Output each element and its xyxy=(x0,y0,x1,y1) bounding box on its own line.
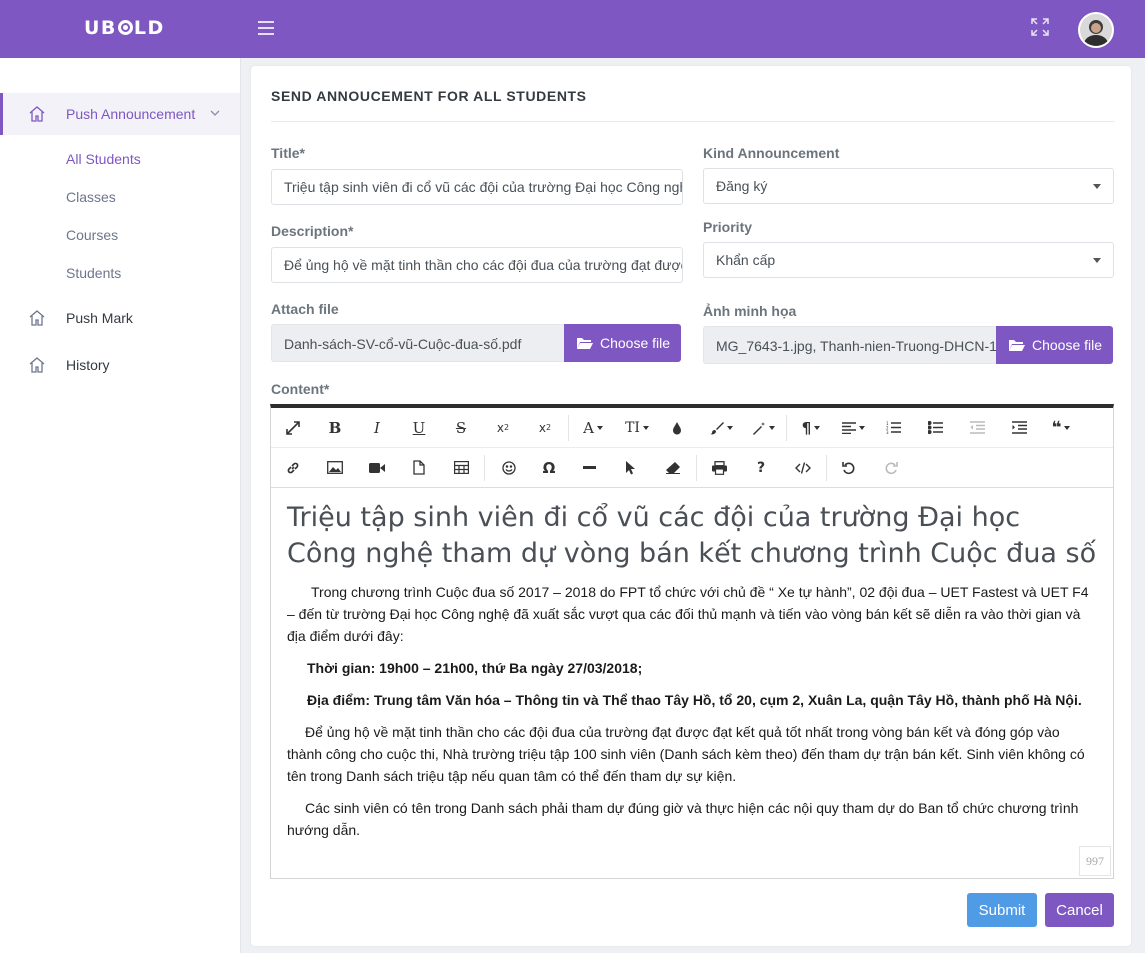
fullscreen-icon[interactable] xyxy=(1031,18,1049,36)
content-paragraph: Các sinh viên có tên trong Danh sách phả… xyxy=(287,800,1079,838)
topbar: UB LD xyxy=(0,0,1145,58)
priority-selected-value: Khẩn cấp xyxy=(716,252,776,268)
title-label: Title* xyxy=(271,145,305,161)
image-icon[interactable] xyxy=(315,448,355,487)
help-icon[interactable]: ? xyxy=(741,448,781,487)
italic-icon[interactable]: I xyxy=(357,408,397,447)
choose-file-label: Choose file xyxy=(1032,337,1103,353)
table-icon[interactable] xyxy=(441,448,481,487)
unordered-list-icon[interactable] xyxy=(915,408,955,447)
avatar[interactable] xyxy=(1078,12,1114,48)
sidebar-subitem-courses[interactable]: Courses xyxy=(66,227,118,243)
content-paragraph: Thời gian: 19h00 – 21h00, thứ Ba ngày 27… xyxy=(307,660,643,676)
cursor-icon[interactable] xyxy=(610,448,650,487)
editor-content[interactable]: Triệu tập sinh viên đi cổ vũ các đội của… xyxy=(287,500,1097,851)
home-icon xyxy=(29,106,45,122)
editor-toolbar: B I U S x2 x2 A TI ¶ 123 ❝ Ω ? xyxy=(271,408,1113,488)
content-label: Content* xyxy=(271,381,330,397)
sidebar-item-push-mark[interactable]: Push Mark xyxy=(0,297,240,339)
svg-text:3: 3 xyxy=(886,430,889,434)
bold-icon[interactable]: B xyxy=(315,408,355,447)
file-icon[interactable] xyxy=(399,448,439,487)
character-counter: 997 xyxy=(1079,846,1111,876)
sidebar-subitem-students[interactable]: Students xyxy=(66,265,121,281)
content-paragraph: Địa điểm: Trung tâm Văn hóa – Thông tin … xyxy=(307,692,1082,708)
strikethrough-icon[interactable]: S xyxy=(441,408,481,447)
paragraph-icon[interactable]: ¶ xyxy=(791,408,831,447)
brush-icon[interactable] xyxy=(701,408,741,447)
ordered-list-icon[interactable]: 123 xyxy=(873,408,913,447)
announcement-card: SEND ANNOUCEMENT FOR ALL STUDENTS Title*… xyxy=(251,66,1131,946)
print-icon[interactable] xyxy=(699,448,739,487)
logo[interactable]: UB LD xyxy=(84,17,165,39)
expand-icon[interactable] xyxy=(273,408,313,447)
menu-toggle-icon[interactable] xyxy=(258,21,274,35)
content-heading: Triệu tập sinh viên đi cổ vũ các đội của… xyxy=(287,502,1097,569)
quote-icon[interactable]: ❝ xyxy=(1041,408,1081,447)
priority-select[interactable]: Khẩn cấp xyxy=(703,242,1114,278)
image-choose-file-button[interactable]: Choose file xyxy=(996,326,1113,364)
magic-icon[interactable] xyxy=(743,408,783,447)
sidebar-item-label: Push Mark xyxy=(66,310,133,326)
chevron-down-icon xyxy=(210,110,220,116)
horizontal-line-icon[interactable] xyxy=(569,448,609,487)
indent-icon[interactable] xyxy=(999,408,1039,447)
sidebar-item-history[interactable]: History xyxy=(0,344,240,386)
outdent-icon[interactable] xyxy=(957,408,997,447)
sidebar-item-label: Push Announcement xyxy=(66,106,196,122)
link-icon[interactable] xyxy=(273,448,313,487)
title-input[interactable]: Triệu tập sinh viên đi cổ vũ các đội của… xyxy=(271,169,683,205)
sidebar: Push Announcement All Students Classes C… xyxy=(0,58,241,953)
sidebar-item-label: History xyxy=(66,357,110,373)
page-title: SEND ANNOUCEMENT FOR ALL STUDENTS xyxy=(271,88,587,104)
attach-file-input[interactable]: Danh-sách-SV-cổ-vũ-Cuộc-đua-số.pdf xyxy=(271,324,565,362)
content-paragraph: Để ủng hộ về mặt tinh thần cho các đội đ… xyxy=(287,724,1085,784)
description-input[interactable]: Để ủng hộ về mặt tinh thần cho các đội đ… xyxy=(271,247,683,283)
choose-file-label: Choose file xyxy=(600,335,671,351)
undo-icon[interactable] xyxy=(829,448,869,487)
omega-icon[interactable]: Ω xyxy=(529,448,569,487)
emoji-icon[interactable] xyxy=(489,448,529,487)
submit-button[interactable]: Submit xyxy=(967,893,1037,927)
code-icon[interactable] xyxy=(783,448,823,487)
folder-open-icon xyxy=(577,338,593,349)
image-label: Ảnh minh họa xyxy=(703,303,797,319)
redo-icon[interactable] xyxy=(871,448,911,487)
caret-down-icon xyxy=(1093,258,1101,263)
sidebar-subitem-classes[interactable]: Classes xyxy=(66,189,116,205)
content-paragraph: Trong chương trình Cuộc đua số 2017 – 20… xyxy=(287,584,1089,644)
folder-open-icon xyxy=(1009,340,1025,351)
kind-announcement-label: Kind Announcement xyxy=(703,145,840,161)
font-size-icon[interactable]: TI xyxy=(617,408,657,447)
priority-label: Priority xyxy=(703,219,753,235)
rich-text-editor: B I U S x2 x2 A TI ¶ 123 ❝ Ω ? Triệu tập… xyxy=(270,404,1114,879)
drop-icon[interactable] xyxy=(657,408,697,447)
kind-announcement-select[interactable]: Đăng ký xyxy=(703,168,1114,204)
attach-choose-file-button[interactable]: Choose file xyxy=(564,324,681,362)
caret-down-icon xyxy=(1093,184,1101,189)
sidebar-subitem-all-students[interactable]: All Students xyxy=(66,151,141,167)
sidebar-item-push-announcement[interactable]: Push Announcement xyxy=(0,93,240,135)
subscript-icon[interactable]: x2 xyxy=(483,408,523,447)
divider xyxy=(271,121,1114,122)
description-label: Description* xyxy=(271,223,354,239)
font-color-icon[interactable]: A xyxy=(573,408,613,447)
image-file-input[interactable]: MG_7643-1.jpg, Thanh-nien-Truong-DHCN-1 xyxy=(703,326,997,364)
home-icon xyxy=(29,357,45,373)
underline-icon[interactable]: U xyxy=(399,408,439,447)
attach-file-label: Attach file xyxy=(271,301,339,317)
kind-selected-value: Đăng ký xyxy=(716,178,768,194)
cancel-button[interactable]: Cancel xyxy=(1045,893,1114,927)
home-icon xyxy=(29,310,45,326)
video-icon[interactable] xyxy=(357,448,397,487)
align-icon[interactable] xyxy=(833,408,873,447)
superscript-icon[interactable]: x2 xyxy=(525,408,565,447)
eraser-icon[interactable] xyxy=(653,448,693,487)
